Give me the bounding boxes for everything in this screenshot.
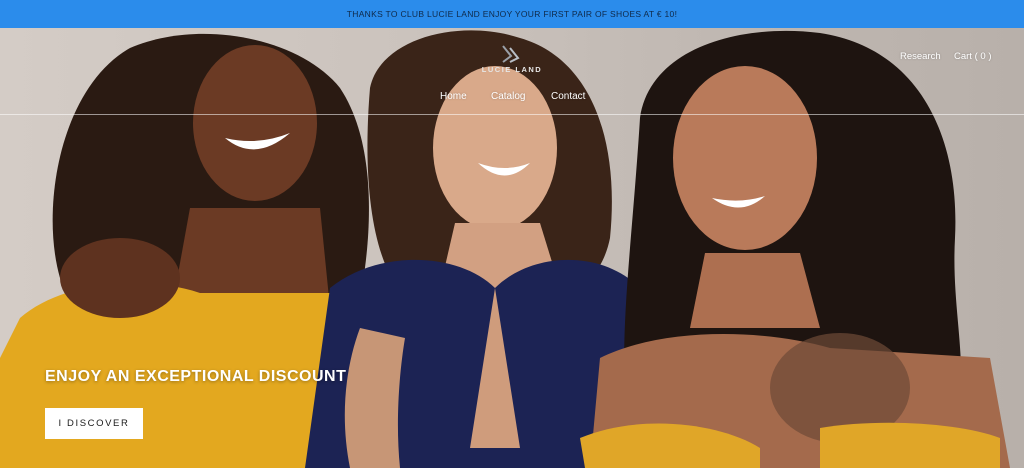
cart-count: ( 0 ) (974, 51, 992, 62)
logo-text: LUCIE LAND (481, 65, 543, 74)
discover-button[interactable]: I DISCOVER (45, 408, 143, 439)
announcement-text: THANKS TO CLUB LUCIE LAND ENJOY YOUR FIR… (346, 9, 678, 19)
nav-contact[interactable]: Contact (551, 91, 585, 102)
nav-home[interactable]: Home (440, 91, 467, 102)
logo-icon (502, 45, 520, 63)
header-divider (0, 114, 1024, 115)
hero-banner: LUCIE LAND Research Cart ( 0 ) Home Cata… (0, 28, 1024, 468)
cart-label: Cart (954, 51, 972, 62)
cart-link[interactable]: Cart ( 0 ) (954, 51, 991, 62)
brand-logo[interactable]: LUCIE LAND (480, 38, 544, 74)
announcement-bar: THANKS TO CLUB LUCIE LAND ENJOY YOUR FIR… (0, 0, 1024, 28)
research-link[interactable]: Research (900, 51, 941, 62)
nav-catalog[interactable]: Catalog (491, 91, 525, 102)
hero-headline: ENJOY AN EXCEPTIONAL DISCOUNT (45, 368, 347, 385)
main-nav: Home Catalog Contact (0, 91, 1024, 107)
